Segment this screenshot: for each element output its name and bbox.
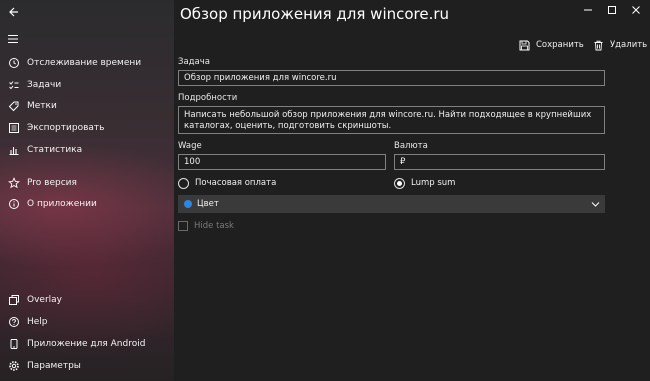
android-icon [7, 337, 21, 351]
sidebar-item-pro[interactable]: Pro версия [0, 173, 174, 193]
currency-label: Валюта [394, 141, 428, 151]
sidebar-item-label: Экспортировать [27, 123, 105, 133]
minimize-button[interactable] [581, 5, 595, 15]
delete-label: Удалить [610, 40, 648, 50]
wage-input[interactable]: 100 [178, 154, 386, 170]
hamburger-menu-button[interactable] [7, 30, 21, 44]
gear-icon [7, 359, 21, 373]
color-swatch [184, 200, 192, 208]
task-input[interactable]: Обзор приложения для wincore.ru [178, 70, 605, 86]
overlay-icon [7, 293, 21, 307]
task-label: Задача [178, 57, 210, 67]
maximize-icon [608, 6, 616, 14]
sidebar-item-tasks[interactable]: Задачи [0, 75, 174, 95]
chevron-down-icon [591, 202, 600, 207]
radio-circle-checked [394, 177, 405, 189]
sidebar-item-tags[interactable]: Метки [0, 96, 174, 116]
details-label: Подробности [178, 93, 238, 103]
tasks-icon [7, 78, 21, 92]
delete-button[interactable]: Удалить [593, 38, 647, 52]
info-icon [7, 197, 21, 211]
sidebar-item-help[interactable]: Help [0, 312, 174, 332]
close-icon [632, 6, 640, 14]
sidebar-item-label: Приложение для Android [27, 339, 146, 349]
minimize-icon [584, 9, 592, 11]
sidebar-item-statistics[interactable]: Статистика [0, 140, 174, 160]
sidebar-item-label: Задачи [27, 80, 62, 90]
details-textarea[interactable]: Написать небольшой обзор приложения для … [178, 106, 605, 134]
close-button[interactable] [629, 5, 643, 15]
export-icon [7, 121, 21, 135]
star-icon [7, 176, 21, 190]
sidebar-item-label: Overlay [27, 295, 62, 305]
sidebar-item-label: Pro версия [27, 178, 77, 188]
statistics-icon [7, 143, 21, 157]
lump-sum-label: Lump sum [411, 178, 456, 188]
color-dropdown[interactable]: Цвет [178, 195, 605, 213]
sidebar-item-export[interactable]: Экспортировать [0, 118, 174, 138]
back-button[interactable] [6, 4, 22, 20]
maximize-button[interactable] [605, 5, 619, 15]
sidebar-item-settings[interactable]: Параметры [0, 356, 174, 376]
lump-sum-radio[interactable]: Lump sum [394, 176, 455, 190]
sidebar-item-label: Help [27, 317, 48, 327]
radio-circle [178, 177, 189, 189]
task-editor: Обзор приложения для wincore.ru Сохранит… [174, 0, 650, 381]
sidebar-item-label: О приложении [27, 199, 97, 209]
sidebar-item-label: Параметры [27, 361, 81, 371]
save-label: Сохранить [536, 40, 584, 50]
sidebar-item-overlay[interactable]: Overlay [0, 290, 174, 310]
clock-icon [7, 56, 21, 70]
sidebar-item-about[interactable]: О приложении [0, 194, 174, 214]
page-title: Обзор приложения для wincore.ru [180, 5, 450, 23]
hamburger-icon [8, 34, 18, 44]
hourly-rate-radio[interactable]: Почасовая оплата [178, 176, 276, 190]
sidebar-item-label: Отслеживание времени [27, 58, 142, 68]
navigation-sidebar: Отслеживание времени Задачи Метки Экспор… [0, 0, 174, 381]
trash-icon [594, 40, 603, 50]
back-arrow-icon [9, 7, 18, 17]
hourly-rate-label: Почасовая оплата [195, 178, 277, 188]
checkbox-box [178, 221, 188, 231]
color-label: Цвет [197, 199, 219, 209]
sidebar-item-time-tracking[interactable]: Отслеживание времени [0, 53, 174, 73]
save-icon [519, 40, 530, 50]
help-icon [7, 315, 21, 329]
sidebar-item-android[interactable]: Приложение для Android [0, 334, 174, 354]
tag-icon [7, 99, 21, 113]
sidebar-item-label: Статистика [27, 145, 83, 155]
sidebar-item-label: Метки [27, 101, 57, 111]
save-button[interactable]: Сохранить [519, 38, 584, 52]
wage-label: Wage [178, 141, 202, 151]
hide-task-checkbox[interactable]: Hide task [178, 220, 234, 232]
currency-input[interactable]: ₽ [394, 154, 605, 170]
hide-task-label: Hide task [194, 221, 234, 231]
